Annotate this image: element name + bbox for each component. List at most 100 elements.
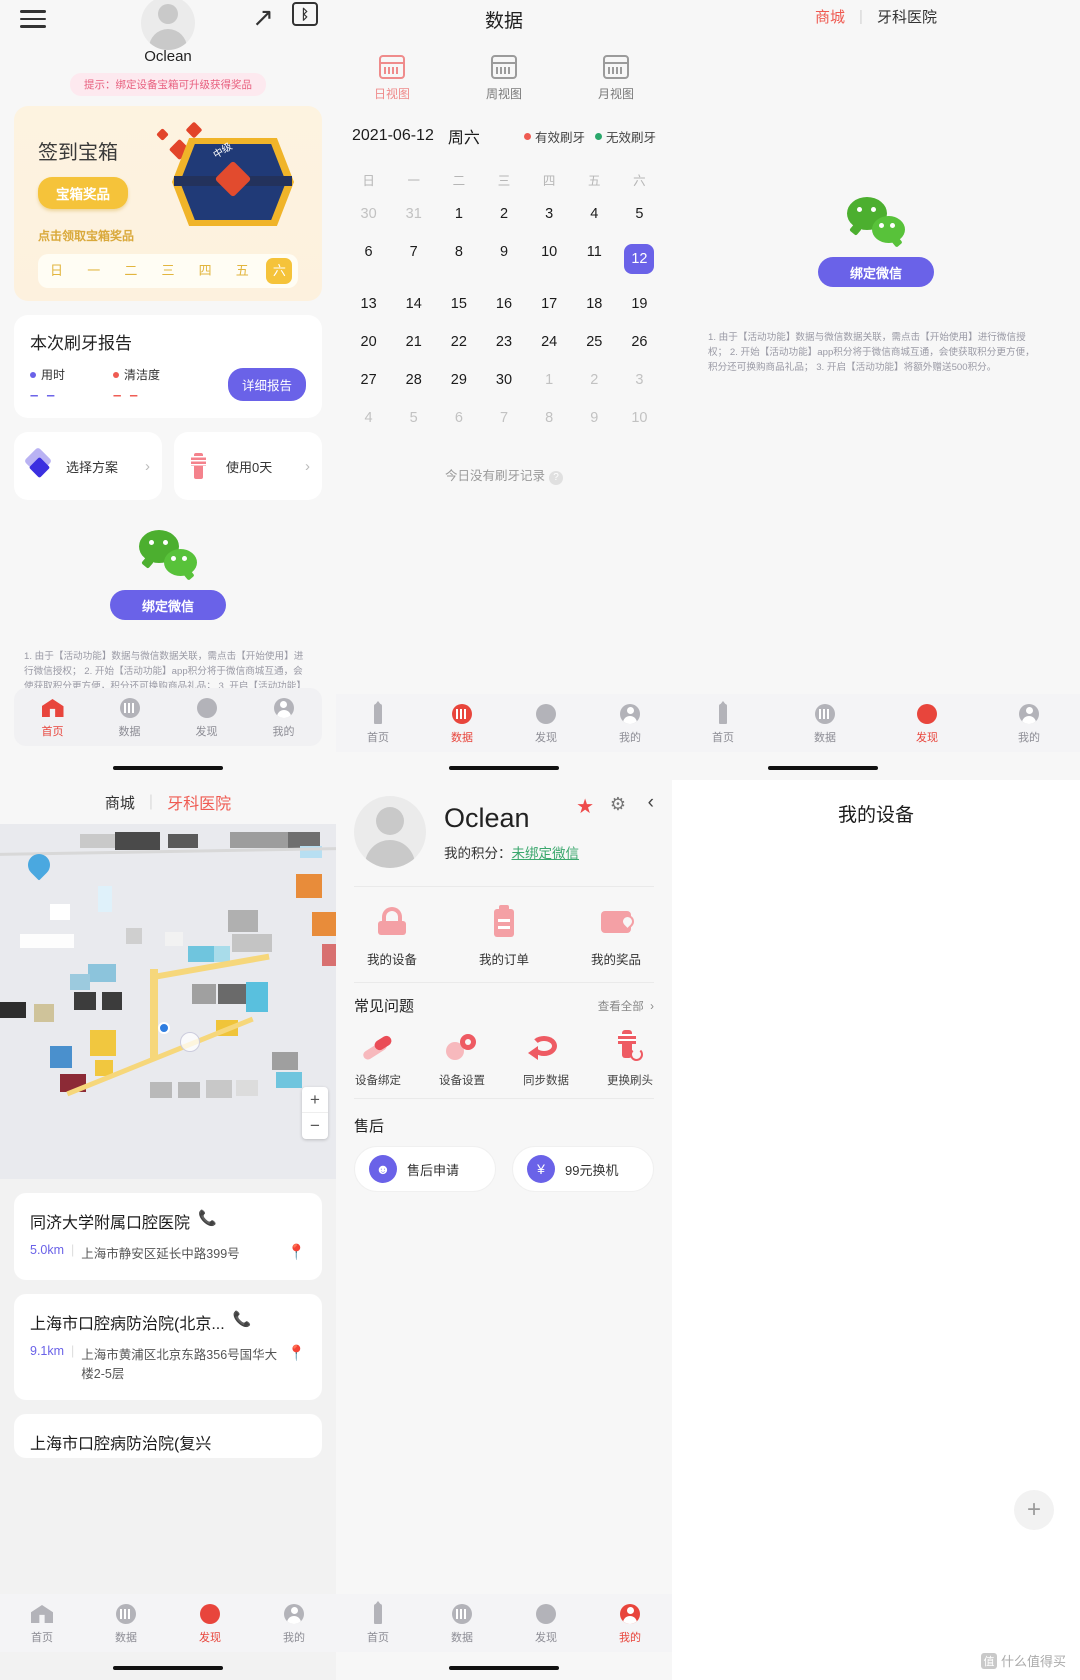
usage-days-card[interactable]: 使用0天 › xyxy=(174,432,322,500)
faq-device-binding[interactable]: 设备绑定 xyxy=(336,1030,420,1088)
bottom-nav-3[interactable]: 首页 数据 发现 我的 xyxy=(672,694,1080,752)
cal-cell[interactable]: 20 xyxy=(346,323,391,361)
nav-item-data[interactable]: 数据 xyxy=(84,1601,168,1645)
nav-item-discover[interactable]: 发现 xyxy=(876,701,978,745)
bind-wechat-button[interactable]: 绑定微信 xyxy=(818,257,934,287)
cal-cell[interactable]: 1 xyxy=(527,361,572,399)
nav-item-discover[interactable]: 发现 xyxy=(168,695,245,739)
avatar[interactable] xyxy=(0,0,336,50)
nav-item-data[interactable]: 数据 xyxy=(420,701,504,745)
cal-cell[interactable]: 3 xyxy=(527,195,572,233)
replace-device-button[interactable]: ¥ 99元换机 xyxy=(512,1146,654,1192)
faq-device-settings[interactable]: 设备设置 xyxy=(420,1030,504,1088)
cal-cell[interactable]: 31 xyxy=(391,195,436,233)
faq-sync-data[interactable]: 同步数据 xyxy=(504,1030,588,1088)
map-tabs[interactable]: 商城 | 牙科医院 xyxy=(0,780,336,824)
location-pin-icon[interactable]: 📍 xyxy=(287,1243,306,1261)
aftersale-apply-button[interactable]: ☻ 售后申请 xyxy=(354,1146,496,1192)
phone-icon[interactable]: 📞 xyxy=(198,1209,217,1227)
nav-item-home[interactable]: 首页 xyxy=(336,701,420,745)
tab-dental[interactable]: 牙科医院 xyxy=(167,790,231,814)
avatar[interactable] xyxy=(354,796,426,868)
cal-cell[interactable]: 21 xyxy=(391,323,436,361)
cal-cell[interactable]: 14 xyxy=(391,285,436,323)
points-value[interactable]: 未绑定微信 xyxy=(512,846,580,861)
bottom-nav-1[interactable]: 首页 数据 发现 我的 xyxy=(14,688,322,746)
cal-cell[interactable]: 9 xyxy=(572,399,617,437)
tab-week-view[interactable]: 周视图 xyxy=(448,55,560,102)
hospital-card[interactable]: 上海市口腔病防治院(北京... 📞 9.1km | 上海市黄浦区北京东路356号国华大… xyxy=(14,1294,322,1400)
nav-item-mine[interactable]: 我的 xyxy=(588,701,672,745)
checkin-weekbar[interactable]: 日 一 二 三 四 五 六 xyxy=(38,254,298,288)
cal-cell[interactable]: 10 xyxy=(527,233,572,285)
weekday-2[interactable]: 二 xyxy=(118,258,144,284)
entry-my-order[interactable]: 我的订单 xyxy=(448,905,560,968)
cal-cell[interactable]: 26 xyxy=(617,323,662,361)
nav-item-data[interactable]: 数据 xyxy=(91,695,168,739)
weekday-3[interactable]: 三 xyxy=(155,258,181,284)
tab-mall[interactable]: 商城 xyxy=(815,6,845,27)
back-icon[interactable]: ‹ xyxy=(648,792,654,814)
nav-item-mine[interactable]: 我的 xyxy=(245,695,322,739)
weekday-4[interactable]: 四 xyxy=(192,258,218,284)
cal-cell[interactable]: 6 xyxy=(346,233,391,285)
weekday-1[interactable]: 一 xyxy=(81,258,107,284)
calendar[interactable]: 日 一 二 三 四 五 六 30 31 1 2 3 4 5 6 7 8 9 10… xyxy=(336,164,672,437)
cal-cell[interactable]: 2 xyxy=(572,361,617,399)
tab-dental[interactable]: 牙科医院 xyxy=(877,6,937,27)
phone-icon[interactable]: 📞 xyxy=(233,1310,252,1328)
cal-cell[interactable]: 9 xyxy=(481,233,526,285)
star-icon[interactable]: ★ xyxy=(576,794,594,819)
cal-cell[interactable]: 29 xyxy=(436,361,481,399)
cal-cell[interactable]: 11 xyxy=(572,233,617,285)
cal-cell[interactable]: 4 xyxy=(572,195,617,233)
nav-item-home[interactable]: 首页 xyxy=(336,1601,420,1645)
location-pin-icon[interactable]: 📍 xyxy=(287,1344,306,1362)
cal-cell[interactable]: 17 xyxy=(527,285,572,323)
entry-my-device[interactable]: 我的设备 xyxy=(336,905,448,968)
cal-cell[interactable]: 23 xyxy=(481,323,526,361)
cal-cell[interactable]: 30 xyxy=(481,361,526,399)
nav-item-mine[interactable]: 我的 xyxy=(588,1601,672,1645)
tab-day-view[interactable]: 日视图 xyxy=(336,55,448,102)
cal-cell[interactable]: 22 xyxy=(436,323,481,361)
nav-item-home[interactable]: 首页 xyxy=(0,1601,84,1645)
faq-view-all[interactable]: 查看全部 › xyxy=(598,998,654,1014)
treasure-card[interactable]: 中级 签到宝箱 宝箱奖品 点击领取宝箱奖品 日 一 二 三 四 五 六 xyxy=(14,106,322,301)
treasure-reward-button[interactable]: 宝箱奖品 xyxy=(38,177,128,209)
gear-icon[interactable]: ⚙ xyxy=(610,794,626,815)
cal-cell[interactable]: 18 xyxy=(572,285,617,323)
cal-cell[interactable]: 1 xyxy=(436,195,481,233)
tab-mall[interactable]: 商城 xyxy=(105,792,135,813)
hospital-card[interactable]: 上海市口腔病防治院(复兴 xyxy=(14,1414,322,1458)
cal-cell[interactable]: 30 xyxy=(346,195,391,233)
weekday-6[interactable]: 六 xyxy=(266,258,293,284)
zoom-out-button[interactable]: − xyxy=(302,1113,328,1139)
cal-cell[interactable]: 3 xyxy=(617,361,662,399)
map-canvas[interactable]: + − xyxy=(0,824,336,1179)
nav-item-home[interactable]: 首页 xyxy=(14,695,91,739)
cal-cell[interactable]: 28 xyxy=(391,361,436,399)
nav-item-mine[interactable]: 我的 xyxy=(978,701,1080,745)
select-plan-card[interactable]: 选择方案 › xyxy=(14,432,162,500)
cal-cell[interactable]: 27 xyxy=(346,361,391,399)
cal-cell[interactable]: 7 xyxy=(391,233,436,285)
detail-report-button[interactable]: 详细报告 xyxy=(227,368,306,401)
cal-cell[interactable]: 25 xyxy=(572,323,617,361)
shop-tabs[interactable]: 商城 | 牙科医院 xyxy=(672,0,1080,27)
map-zoom-controls[interactable]: + − xyxy=(302,1087,328,1139)
nav-item-data[interactable]: 数据 xyxy=(420,1601,504,1645)
bottom-nav-4[interactable]: 首页 数据 发现 我的 xyxy=(0,1594,336,1652)
nav-item-home[interactable]: 首页 xyxy=(672,701,774,745)
weekday-0[interactable]: 日 xyxy=(44,258,70,284)
cal-cell[interactable]: 10 xyxy=(617,399,662,437)
hospital-card[interactable]: 同济大学附属口腔医院 📞 5.0km | 上海市静安区延长中路399号 📍 xyxy=(14,1193,322,1280)
cal-cell[interactable]: 13 xyxy=(346,285,391,323)
tab-month-view[interactable]: 月视图 xyxy=(560,55,672,102)
nav-item-discover[interactable]: 发现 xyxy=(504,701,588,745)
cal-cell[interactable]: 7 xyxy=(481,399,526,437)
cal-cell[interactable]: 8 xyxy=(527,399,572,437)
cal-cell[interactable]: 6 xyxy=(436,399,481,437)
nav-item-mine[interactable]: 我的 xyxy=(252,1601,336,1645)
add-device-button[interactable]: + xyxy=(1014,1490,1054,1530)
